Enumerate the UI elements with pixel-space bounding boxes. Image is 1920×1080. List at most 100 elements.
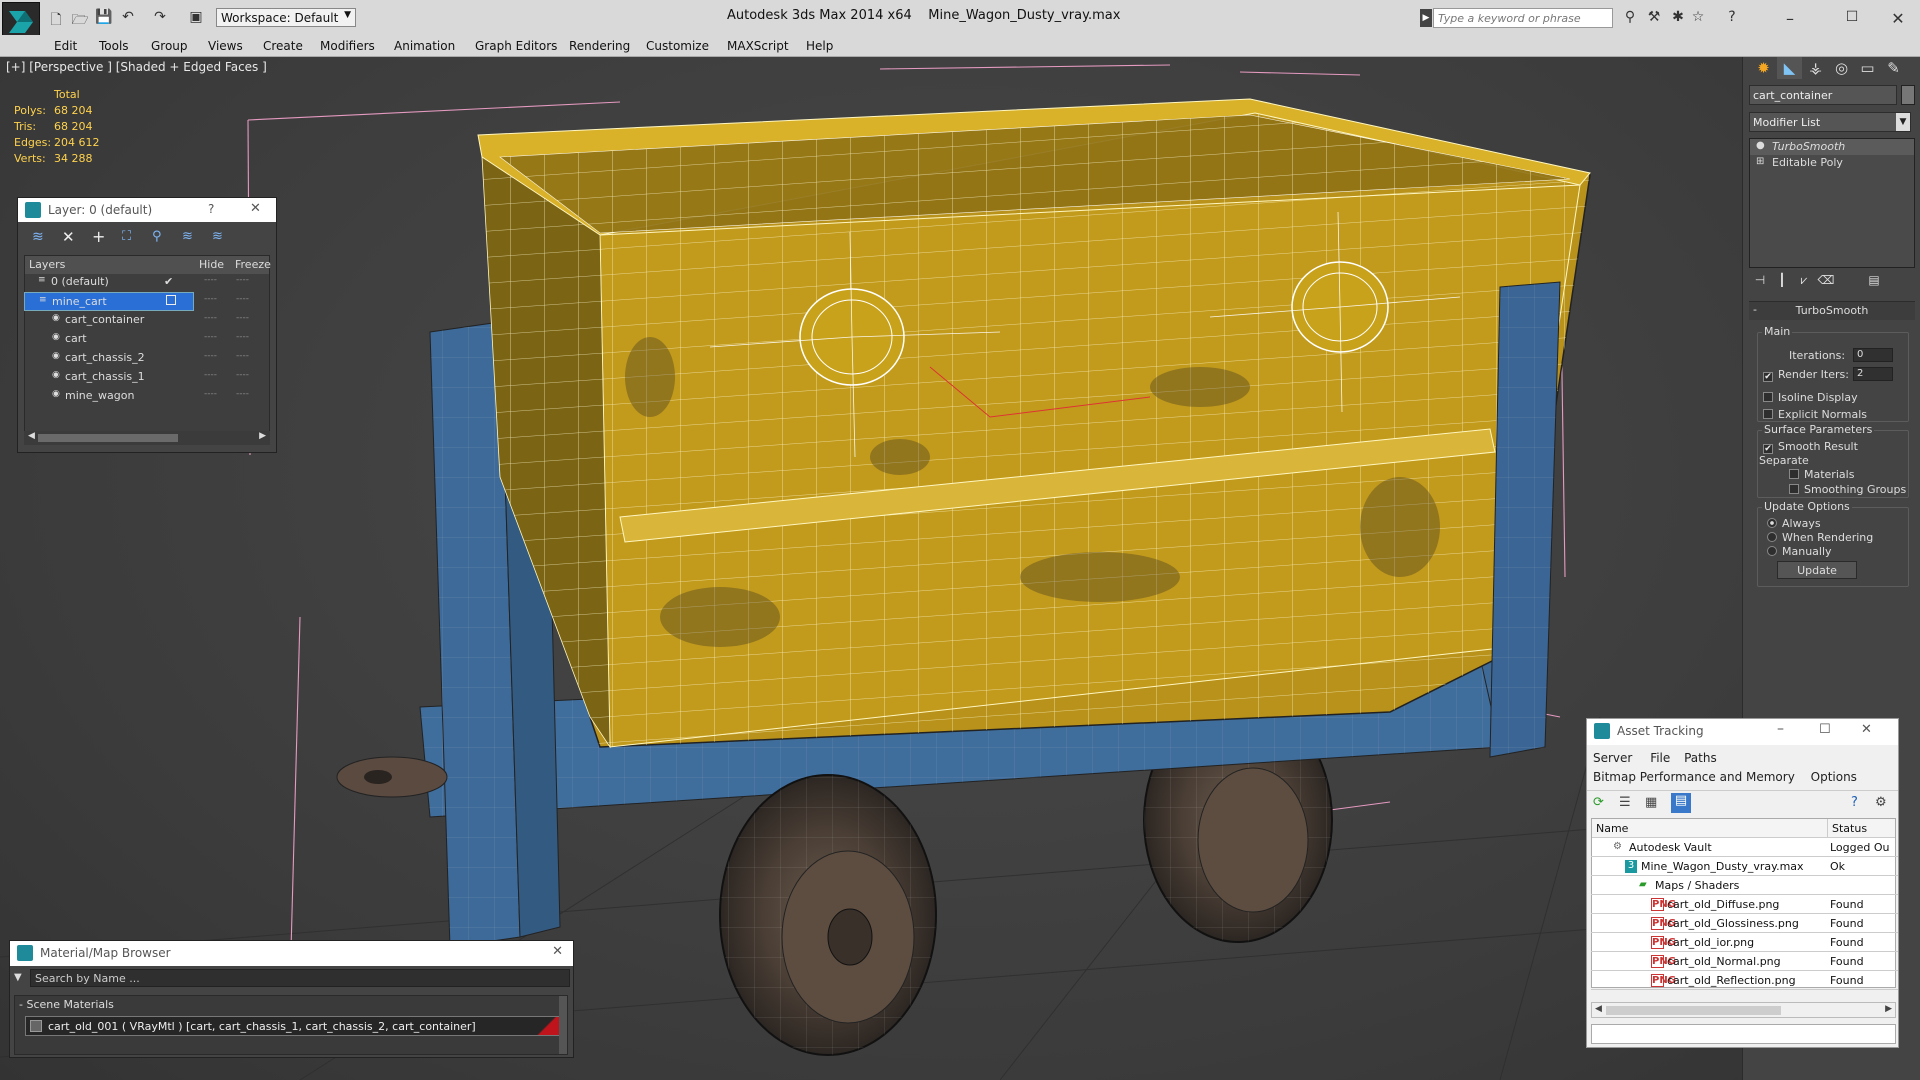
menu-options[interactable]: Options	[1811, 770, 1857, 784]
asset-horizontal-scrollbar[interactable]: ◀ ▶	[1591, 1002, 1896, 1018]
explicit-normals-checkbox[interactable]: Explicit Normals	[1763, 408, 1867, 421]
list-view-icon[interactable]: ☰	[1619, 795, 1631, 810]
asset-close-icon[interactable]: ✕	[1861, 722, 1872, 737]
workspace-dropdown[interactable]: Workspace: Default ▼	[216, 8, 356, 27]
hide-all-layers-icon[interactable]: ≋	[182, 229, 193, 244]
search-by-name-input[interactable]: Search by Name ...	[30, 969, 570, 987]
modify-tab-icon[interactable]: ◣	[1777, 57, 1802, 79]
project-folder-icon[interactable]: ▣	[186, 9, 206, 27]
freeze-toggle-icon[interactable]: ----	[236, 370, 249, 380]
redo-icon[interactable]: ↷	[150, 9, 170, 27]
material-entry[interactable]: cart_old_001 ( VRayMtl ) [cart, cart_cha…	[25, 1016, 565, 1036]
stack-item-turbosmooth[interactable]: ● TurboSmooth	[1750, 139, 1914, 155]
create-tab-icon[interactable]: ✹	[1751, 57, 1776, 79]
menu-bitmap-performance[interactable]: Bitmap Performance and Memory	[1593, 770, 1795, 784]
menu-views[interactable]: Views	[208, 39, 243, 53]
binoculars-icon[interactable]: ⚲	[1620, 9, 1640, 27]
hide-toggle-icon[interactable]: ----	[204, 389, 217, 399]
asset-tracking-titlebar[interactable]: Asset Tracking – ☐ ✕	[1587, 719, 1898, 745]
iterations-spinner[interactable]: 0	[1853, 348, 1893, 362]
hide-toggle-icon[interactable]: ----	[204, 275, 217, 285]
refresh-icon[interactable]: ⟳	[1593, 795, 1604, 810]
browser-options-icon[interactable]: ▼	[14, 972, 22, 983]
highlight-selected-icon[interactable]: ⚲	[152, 229, 162, 244]
layer-row[interactable]: ◉ mine_wagon	[24, 387, 194, 406]
lightbulb-icon[interactable]: ●	[1756, 140, 1765, 151]
create-layer-icon[interactable]: ≋	[32, 229, 44, 245]
asset-row[interactable]: PNG cart_old_Normal.png Found	[1591, 952, 1898, 971]
object-color-swatch[interactable]	[1901, 85, 1915, 105]
subscription-icon[interactable]: ⚒	[1644, 9, 1664, 27]
freeze-toggle-icon[interactable]: ----	[236, 332, 249, 342]
asset-row[interactable]: PNG cart_old_ior.png Found	[1591, 933, 1898, 952]
viewport-label[interactable]: [+] [Perspective ] [Shaded + Edged Faces…	[6, 60, 267, 74]
when-rendering-radio[interactable]: When Rendering	[1767, 531, 1873, 544]
table-view-icon[interactable]: ▤	[1671, 793, 1691, 813]
material-browser-scrollbar[interactable]	[559, 996, 567, 1054]
select-objects-icon[interactable]: ⛶	[122, 229, 131, 244]
always-radio[interactable]: Always	[1767, 517, 1821, 530]
favorites-star-icon[interactable]: ☆	[1688, 9, 1708, 27]
menu-modifiers[interactable]: Modifiers	[320, 39, 375, 53]
menu-group[interactable]: Group	[151, 39, 188, 53]
layer-row[interactable]: ◉ cart	[24, 330, 194, 349]
isoline-display-checkbox[interactable]: Isoline Display	[1763, 391, 1858, 404]
menu-graph-editors[interactable]: Graph Editors	[475, 39, 557, 53]
scene-materials-header[interactable]: - Scene Materials	[19, 998, 114, 1011]
asset-help-icon[interactable]: ?	[1851, 795, 1858, 810]
open-file-icon[interactable]: 🗁	[70, 9, 90, 28]
freeze-toggle-icon[interactable]: ----	[236, 275, 249, 285]
render-iters-checkbox[interactable]: ✔ Render Iters:	[1763, 368, 1849, 382]
materials-checkbox[interactable]: Materials	[1789, 468, 1854, 481]
turbosmooth-rollout-title[interactable]: - TurboSmooth	[1749, 302, 1915, 320]
menu-server[interactable]: Server	[1593, 751, 1632, 765]
update-button[interactable]: Update	[1777, 561, 1857, 579]
asset-settings-icon[interactable]: ⚙	[1875, 795, 1887, 810]
menu-edit[interactable]: Edit	[54, 39, 77, 53]
hide-toggle-icon[interactable]: ----	[204, 370, 217, 380]
expand-plus-icon[interactable]: ⊞	[1756, 156, 1764, 167]
layer-horizontal-scrollbar[interactable]: ◀ ▶	[24, 431, 270, 445]
delete-layer-icon[interactable]: ✕	[62, 228, 75, 246]
undo-icon[interactable]: ↶	[118, 9, 138, 27]
menu-help[interactable]: Help	[806, 39, 833, 53]
object-name-field[interactable]: cart_container	[1749, 85, 1897, 105]
freeze-all-layers-icon[interactable]: ≋	[212, 229, 223, 244]
remove-modifier-icon[interactable]: ⌫	[1815, 273, 1837, 291]
layer-help-icon[interactable]: ?	[208, 202, 214, 216]
minimize-icon[interactable]: –	[1780, 9, 1800, 28]
active-layer-check-icon[interactable]: ✔	[164, 275, 173, 288]
pin-stack-icon[interactable]: ⊣	[1749, 273, 1771, 291]
configure-sets-icon[interactable]: ▤	[1863, 273, 1885, 291]
material-browser-close-icon[interactable]: ✕	[552, 944, 563, 959]
utilities-tab-icon[interactable]: ✎	[1881, 57, 1906, 79]
asset-minimize-icon[interactable]: –	[1777, 721, 1784, 737]
save-icon[interactable]: 💾	[94, 9, 114, 27]
asset-row[interactable]: ⚙ Autodesk Vault Logged Ou	[1591, 838, 1898, 857]
display-tab-icon[interactable]: ▭	[1855, 57, 1880, 79]
show-end-result-icon[interactable]: ┃	[1771, 273, 1793, 291]
freeze-toggle-icon[interactable]: ----	[236, 351, 249, 361]
asset-row[interactable]: PNG cart_old_Reflection.png Found	[1591, 971, 1898, 990]
hide-toggle-icon[interactable]: ----	[204, 351, 217, 361]
stack-item-editable-poly[interactable]: ⊞ Editable Poly	[1750, 155, 1914, 171]
menu-create[interactable]: Create	[263, 39, 303, 53]
hide-toggle-icon[interactable]: ----	[204, 313, 217, 323]
render-iters-spinner[interactable]: 2	[1853, 367, 1893, 381]
asset-maximize-icon[interactable]: ☐	[1819, 722, 1831, 737]
motion-tab-icon[interactable]: ◎	[1829, 57, 1854, 79]
smooth-result-checkbox[interactable]: ✔ Smooth Result	[1763, 440, 1858, 454]
menu-paths[interactable]: Paths	[1684, 751, 1717, 765]
layer-row[interactable]: ◉ cart_chassis_2	[24, 349, 194, 368]
freeze-toggle-icon[interactable]: ----	[236, 389, 249, 399]
menu-file[interactable]: File	[1650, 751, 1670, 765]
search-expand-icon[interactable]: ▶	[1420, 9, 1432, 27]
help-icon[interactable]: ?	[1722, 9, 1742, 27]
menu-animation[interactable]: Animation	[394, 39, 455, 53]
layer-close-icon[interactable]: ✕	[250, 201, 261, 216]
smoothing-groups-checkbox[interactable]: Smoothing Groups	[1789, 483, 1906, 496]
add-to-layer-icon[interactable]: +	[92, 227, 105, 246]
keyword-search-input[interactable]: Type a keyword or phrase	[1433, 8, 1613, 28]
close-icon[interactable]: ✕	[1888, 9, 1908, 28]
asset-row[interactable]: ▰ Maps / Shaders	[1591, 876, 1898, 895]
